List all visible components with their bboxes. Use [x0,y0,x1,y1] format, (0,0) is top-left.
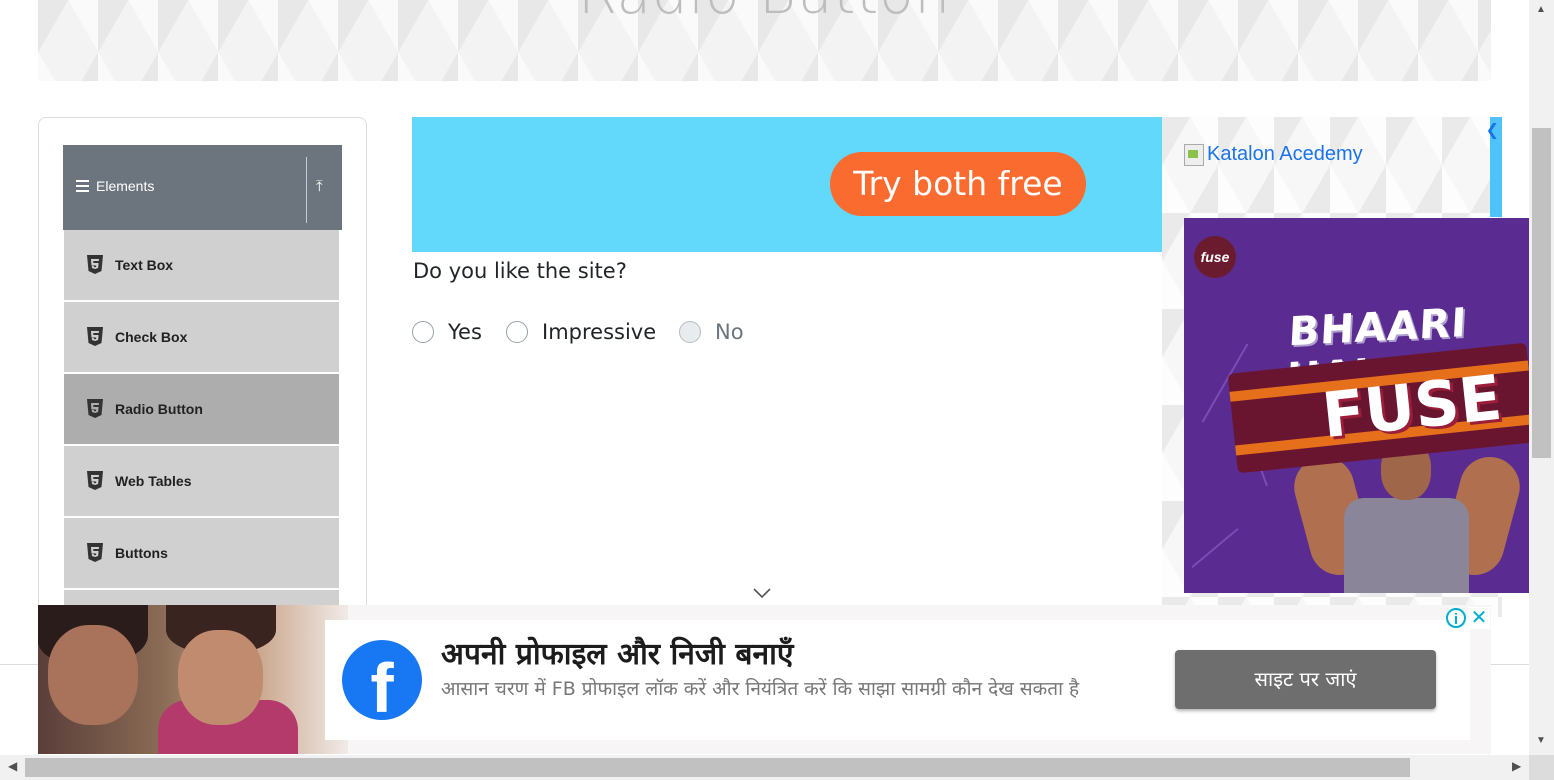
horizontal-scroll-thumb[interactable] [25,758,1410,777]
sidebar-item-label: Check Box [115,329,188,345]
page-header-banner: Radio Button [38,0,1491,81]
question-text: Do you like the site? [413,259,627,283]
html5-icon [87,543,103,562]
sidebar-item-check-box[interactable]: Check Box [64,302,339,372]
scroll-right-arrow-icon[interactable]: ▶ [1512,759,1521,773]
header-divider [306,157,307,223]
radio-circle[interactable] [412,321,434,343]
sidebar-item-label: Buttons [115,545,168,561]
chevron-left-icon[interactable]: ❮ [1486,120,1499,140]
page-title: Radio Button [38,0,1491,27]
hamburger-icon [76,180,89,192]
fuse-ad-image[interactable]: fuse BHAARI HAI FUSE [1184,218,1529,593]
sidebar-item-label: Text Box [115,257,174,273]
top-ad-banner[interactable]: Try both free [412,117,1162,252]
katalon-ad-link[interactable]: Katalon Acedemy [1184,143,1363,166]
html5-icon [87,399,103,418]
radio-label-impressive[interactable]: Impressive [542,320,656,344]
radio-label-yes[interactable]: Yes [448,320,482,344]
scrollbar-corner [1529,755,1554,780]
sidebar-item-buttons[interactable]: Buttons [64,518,339,588]
html5-icon [87,471,103,490]
scroll-left-arrow-icon[interactable]: ◀ [8,759,17,773]
ad-title: अपनी प्रोफाइल और निजी बनाएँ [441,637,794,672]
radio-impressive[interactable]: Impressive [506,318,656,346]
sidebar-group-elements[interactable]: Elements ⤒ [63,145,342,230]
broken-image-icon [1184,143,1204,166]
radio-circle [679,321,701,343]
ad-photo [38,605,348,754]
vertical-scroll-thumb[interactable] [1532,128,1551,458]
sidebar-item-radio-button[interactable]: Radio Button [64,374,339,444]
ad-card[interactable]: f अपनी प्रोफाइल और निजी बनाएँ आसान चरण म… [325,620,1470,740]
visit-site-button[interactable]: साइट पर जाएं [1175,650,1436,709]
katalon-alt-text[interactable]: Katalon Acedemy [1207,143,1363,166]
sidebar-item-label: Web Tables [115,473,192,489]
close-icon[interactable]: ✕ [1468,607,1490,629]
fuse-logo: fuse [1194,236,1236,278]
ad-description: आसान चरण में FB प्रोफाइल लॉक करें और निय… [441,678,1080,700]
sidebar-group-title: Elements [96,178,155,194]
try-free-button[interactable]: Try both free [830,152,1086,216]
sidebar-item-web-tables[interactable]: Web Tables [64,446,339,516]
radio-no: No [679,318,744,346]
adchoices-icon[interactable]: i [1446,608,1466,628]
html5-icon [87,327,103,346]
radio-yes[interactable]: Yes [412,318,482,346]
vertical-scrollbar[interactable]: ▲ ▼ [1529,0,1554,755]
horizontal-scrollbar[interactable]: ◀ ▶ [0,755,1529,780]
person-body [1344,498,1469,593]
scroll-up-arrow-icon[interactable]: ▲ [1536,4,1546,15]
html5-icon [87,255,103,274]
radio-circle[interactable] [506,321,528,343]
chevron-down-icon[interactable] [752,586,772,600]
sidebar-item-label: Radio Button [115,401,203,417]
upload-icon[interactable]: ⤒ [316,178,323,195]
bottom-ad-banner[interactable]: f अपनी प्रोफाइल और निजी बनाएँ आसान चरण म… [38,605,1491,754]
facebook-icon: f [342,640,422,720]
radio-label-no: No [715,320,744,344]
sidebar: Elements ⤒ Text Box Check Box Radio Butt… [38,117,367,639]
sidebar-item-text-box[interactable]: Text Box [64,230,339,300]
scroll-down-arrow-icon[interactable]: ▼ [1536,735,1546,746]
